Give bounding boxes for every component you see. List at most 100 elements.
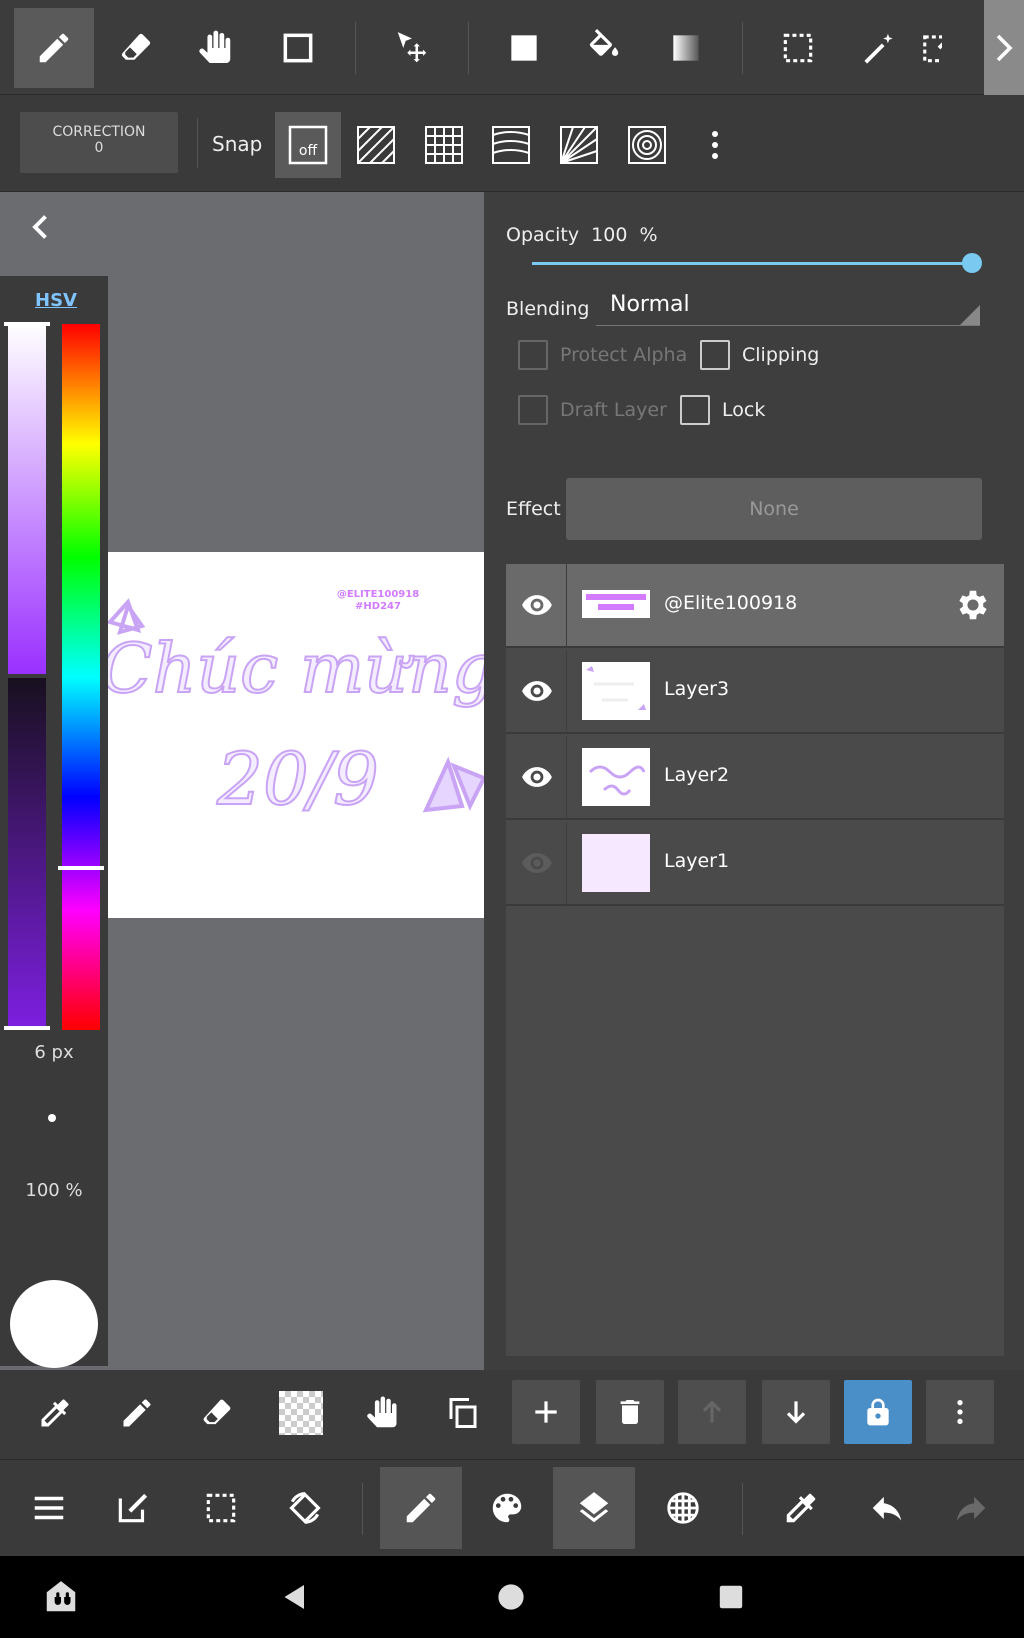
- nav-home-button[interactable]: [490, 1576, 532, 1618]
- layer-opacity-label: Opacity 100 %: [506, 224, 658, 246]
- eye-icon[interactable]: [520, 674, 554, 708]
- copy-button[interactable]: [430, 1380, 496, 1446]
- value-slider[interactable]: [8, 678, 46, 1028]
- pen-tool-button[interactable]: [14, 8, 94, 88]
- layers-menu-button[interactable]: [553, 1467, 635, 1549]
- checkbox-box: [680, 395, 710, 425]
- brush-size-label[interactable]: 6 px: [0, 1042, 108, 1063]
- menu-eyedropper-button[interactable]: [760, 1467, 842, 1549]
- layer-opacity-slider[interactable]: [532, 262, 972, 265]
- bucket-tool-button[interactable]: [564, 8, 644, 88]
- blending-mode-select[interactable]: Normal: [596, 292, 980, 326]
- paint-bucket-icon: [589, 29, 619, 56]
- move-layer-down-button[interactable]: [762, 1380, 830, 1444]
- draft-layer-checkbox[interactable]: Draft Layer: [518, 395, 667, 425]
- divider: [566, 650, 567, 734]
- fill-rect-tool-button[interactable]: [484, 8, 564, 88]
- opacity-unit: %: [639, 224, 658, 246]
- layer-list: @Elite100918 Layer3 Layer2 Layer1: [506, 564, 1004, 1356]
- recents-square-icon: [719, 1585, 743, 1609]
- eye-hidden-icon[interactable]: [520, 846, 554, 880]
- pencil-icon: [39, 33, 69, 63]
- layer-opacity-slider-handle[interactable]: [962, 253, 982, 273]
- lock-layer-button[interactable]: [844, 1380, 912, 1444]
- edit-select-tool-button[interactable]: [920, 8, 942, 88]
- snap-grid-button[interactable]: [411, 112, 477, 178]
- nav-recents-button[interactable]: [710, 1576, 752, 1618]
- butterfly-doodle-left: [108, 598, 146, 635]
- system-nav-bar: [0, 1556, 1024, 1638]
- clipping-checkbox[interactable]: Clipping: [700, 340, 819, 370]
- nav-back-button[interactable]: [274, 1576, 316, 1618]
- layer-more-button[interactable]: [926, 1380, 994, 1444]
- selection-button[interactable]: [180, 1467, 262, 1549]
- layer-row[interactable]: Layer1: [506, 822, 1004, 906]
- layer-thumbnail: [582, 590, 650, 618]
- hand-tool-button[interactable]: [176, 8, 256, 88]
- brush-opacity-label[interactable]: 100 %: [0, 1180, 108, 1201]
- transparent-color-button[interactable]: [268, 1380, 334, 1446]
- app-window: CORRECTION 0 Snap off HSV 6 px 100 % @EL…: [0, 0, 1024, 1638]
- menu-button[interactable]: [8, 1467, 90, 1549]
- snap-curve-button[interactable]: [478, 112, 544, 178]
- snap-circle-button[interactable]: [614, 112, 680, 178]
- snap-more-button[interactable]: [682, 112, 748, 178]
- layer-row[interactable]: Layer2: [506, 736, 1004, 820]
- move-layer-up-button[interactable]: [678, 1380, 746, 1444]
- eyedropper-icon: [41, 1399, 69, 1427]
- magic-wand-tool-button[interactable]: [840, 8, 920, 88]
- layer-row[interactable]: @Elite100918: [506, 564, 1004, 648]
- eye-icon[interactable]: [520, 588, 554, 622]
- hue-slider[interactable]: [62, 324, 100, 1030]
- app-shortcut-button[interactable]: [40, 1576, 82, 1618]
- eye-icon[interactable]: [520, 760, 554, 794]
- select-tool-button[interactable]: [758, 8, 838, 88]
- effect-button[interactable]: None: [566, 478, 982, 540]
- draft-layer-label: Draft Layer: [560, 399, 667, 421]
- trash-icon: [620, 1400, 640, 1424]
- delete-layer-button[interactable]: [596, 1380, 664, 1444]
- chevron-right-icon: [996, 34, 1013, 61]
- hue-slider-handle[interactable]: [58, 866, 104, 870]
- saturation-slider-handle[interactable]: [4, 322, 50, 326]
- eraser-tool-button[interactable]: [96, 8, 176, 88]
- undo-button[interactable]: [846, 1467, 928, 1549]
- layer-name: Layer1: [664, 850, 730, 872]
- brush-menu-button[interactable]: [380, 1467, 462, 1549]
- move-tool-button[interactable]: [372, 8, 452, 88]
- quick-hand-button[interactable]: [350, 1380, 416, 1446]
- layers-icon: [579, 1492, 609, 1523]
- collapse-panel-icon[interactable]: [26, 212, 56, 242]
- edit-button[interactable]: [92, 1467, 174, 1549]
- wavy-lines-icon: [492, 126, 530, 164]
- saturation-slider[interactable]: [8, 324, 46, 674]
- value-slider-handle[interactable]: [4, 1026, 50, 1030]
- square-outline-icon: [283, 33, 313, 63]
- snap-parallel-button[interactable]: [343, 112, 409, 178]
- layer-panel: Opacity 100 % Blending Normal Protect Al…: [484, 192, 1024, 1370]
- canvas-area[interactable]: HSV 6 px 100 % @ELITE100918 #HD247 Chúc …: [0, 192, 484, 1370]
- gear-icon[interactable]: [954, 586, 992, 624]
- current-color-swatch[interactable]: [10, 1280, 98, 1368]
- quick-eraser-button[interactable]: [184, 1380, 250, 1446]
- add-layer-button[interactable]: [512, 1380, 580, 1444]
- color-menu-button[interactable]: [466, 1467, 548, 1549]
- eyedropper-button[interactable]: [22, 1380, 88, 1446]
- correction-button[interactable]: CORRECTION 0: [20, 112, 178, 173]
- lock-checkbox[interactable]: Lock: [680, 395, 765, 425]
- protect-alpha-checkbox[interactable]: Protect Alpha: [518, 340, 687, 370]
- color-mode-toggle[interactable]: HSV: [35, 290, 77, 311]
- snap-radial-button[interactable]: [546, 112, 612, 178]
- redo-button[interactable]: [930, 1467, 1012, 1549]
- globe-grid-icon: [667, 1492, 699, 1524]
- material-menu-button[interactable]: [642, 1467, 724, 1549]
- shape-tool-button[interactable]: [258, 8, 338, 88]
- rotate-canvas-button[interactable]: [264, 1467, 346, 1549]
- gradient-tool-button[interactable]: [646, 8, 726, 88]
- layer-row[interactable]: Layer3: [506, 650, 1004, 734]
- toolbar-scroll-right-button[interactable]: [984, 0, 1024, 95]
- quick-pen-button[interactable]: [104, 1380, 170, 1446]
- layer-thumbnail: [582, 748, 650, 806]
- artwork-canvas[interactable]: @ELITE100918 #HD247 Chúc mừng 20/9: [108, 552, 484, 918]
- snap-off-button[interactable]: off: [275, 112, 341, 178]
